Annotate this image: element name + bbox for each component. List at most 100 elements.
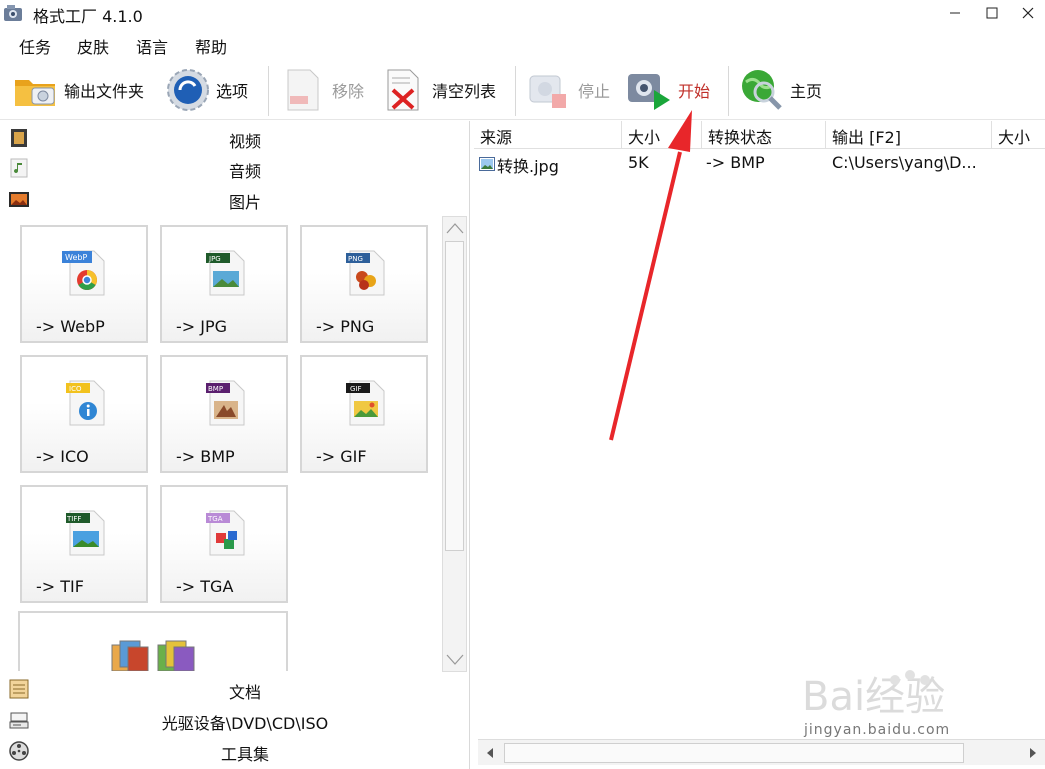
menu-help[interactable]: 帮助: [195, 34, 227, 58]
row-output: C:\Users\yang\D...: [832, 153, 977, 172]
scroll-left-button[interactable]: [478, 740, 502, 766]
format-gif-button[interactable]: GIF -> GIF: [300, 355, 428, 473]
column-status[interactable]: 转换状态: [702, 121, 826, 149]
category-video-label: 视频: [228, 132, 261, 151]
category-video[interactable]: 视频: [0, 123, 470, 153]
category-image-label: 图片: [228, 193, 261, 212]
folder-camera-icon: [15, 80, 55, 106]
start-label: 开始: [678, 82, 711, 101]
column-output-size[interactable]: 大小: [992, 121, 1045, 149]
home-button[interactable]: 主页: [738, 64, 822, 116]
category-document[interactable]: 文档: [0, 674, 470, 704]
output-folder-button[interactable]: 输出文件夹: [12, 64, 144, 116]
toolbar-separator: [728, 66, 729, 116]
options-gear-icon: [167, 69, 209, 111]
svg-text:PNG: PNG: [348, 255, 363, 263]
format-label: -> BMP: [176, 447, 235, 466]
category-audio-label: 音频: [228, 162, 261, 181]
format-label: -> PNG: [316, 317, 375, 336]
format-bmp-button[interactable]: BMP -> BMP: [160, 355, 288, 473]
minimize-icon: [950, 12, 960, 14]
scroll-thumb[interactable]: [445, 241, 464, 551]
category-audio[interactable]: 音频: [0, 153, 470, 183]
chevron-down-icon: [446, 654, 463, 665]
maximize-icon: [986, 7, 998, 19]
category-tools-label: 工具集: [220, 745, 269, 764]
category-tools[interactable]: 工具集: [0, 736, 470, 766]
remove-label: 移除: [332, 82, 365, 101]
format-more-button[interactable]: [18, 611, 288, 671]
window-title: 格式工厂 4.1.0: [33, 7, 143, 26]
svg-text:TGA: TGA: [207, 515, 223, 523]
scroll-up-button[interactable]: [443, 217, 466, 239]
gif-file-icon: GIF: [346, 380, 385, 426]
stop-button[interactable]: 停止: [526, 64, 610, 116]
close-icon: [1022, 7, 1034, 19]
maximize-button[interactable]: [974, 0, 1010, 26]
stop-icon: [529, 75, 566, 108]
category-panel: 视频 音频 图片 WebP -> WebP JPG -> JPG PNG -> …: [0, 121, 470, 769]
format-tga-button[interactable]: TGA -> TGA: [160, 485, 288, 603]
format-label: -> WebP: [36, 317, 105, 336]
clear-list-icon: [387, 69, 419, 111]
title-bar: 格式工厂 4.1.0: [0, 0, 1045, 28]
toolbar: 输出文件夹 选项 移除 清空列表 停止 开始 主页: [0, 60, 1045, 120]
scroll-down-button[interactable]: [443, 649, 466, 671]
format-grid: WebP -> WebP JPG -> JPG PNG -> PNG ICO -…: [18, 221, 438, 671]
format-factory-logo-icon: [4, 5, 22, 21]
home-label: 主页: [790, 82, 823, 101]
category-image[interactable]: 图片: [0, 184, 470, 214]
format-png-button[interactable]: PNG -> PNG: [300, 225, 428, 343]
webp-file-icon: WebP: [62, 250, 105, 296]
format-tif-button[interactable]: TIFF -> TIF: [20, 485, 148, 603]
category-optical-drive-label: 光驱设备\DVD\CD\ISO: [161, 714, 329, 733]
format-jpg-button[interactable]: JPG -> JPG: [160, 225, 288, 343]
column-output[interactable]: 输出 [F2]: [826, 121, 992, 149]
svg-text:BMP: BMP: [208, 385, 223, 393]
clear-list-button[interactable]: 清空列表: [380, 64, 496, 116]
svg-text:WebP: WebP: [65, 253, 87, 262]
image-collection-icon: [111, 640, 195, 671]
tga-file-icon: TGA: [206, 510, 245, 556]
format-label: -> TGA: [176, 577, 234, 596]
svg-text:TIFF: TIFF: [66, 515, 81, 523]
tiff-file-icon: TIFF: [66, 510, 105, 556]
stop-label: 停止: [578, 82, 611, 101]
menu-language[interactable]: 语言: [136, 34, 168, 58]
format-webp-button[interactable]: WebP -> WebP: [20, 225, 148, 343]
ico-file-icon: ICO: [66, 380, 105, 426]
watermark-url: jingyan.baidu.com: [804, 722, 951, 738]
toolbar-separator: [515, 66, 516, 116]
menu-task[interactable]: 任务: [19, 34, 51, 58]
jpg-file-icon: JPG: [206, 250, 245, 296]
minimize-button[interactable]: [937, 0, 973, 26]
chevron-right-icon: [1030, 748, 1036, 758]
remove-button[interactable]: 移除: [280, 64, 364, 116]
scroll-right-button[interactable]: [1021, 740, 1045, 766]
format-label: -> GIF: [316, 447, 367, 466]
menu-skin[interactable]: 皮肤: [77, 34, 109, 58]
svg-text:GIF: GIF: [350, 385, 362, 393]
annotation-arrow: [609, 110, 692, 441]
svg-text:ICO: ICO: [69, 385, 82, 393]
row-source: 转换.jpg: [497, 157, 559, 176]
category-document-label: 文档: [228, 683, 261, 702]
options-label: 选项: [216, 82, 249, 101]
clear-list-label: 清空列表: [432, 82, 497, 101]
svg-text:JPG: JPG: [208, 255, 221, 263]
chevron-up-icon: [446, 223, 463, 234]
toolbar-separator: [268, 66, 269, 116]
close-button[interactable]: [1010, 0, 1045, 26]
png-file-icon: PNG: [346, 250, 385, 296]
menu-bar: 任务 皮肤 语言 帮助: [0, 30, 1045, 58]
remove-document-icon: [287, 69, 319, 111]
format-label: -> JPG: [176, 317, 228, 336]
chevron-left-icon: [487, 748, 493, 758]
format-label: -> ICO: [36, 447, 89, 466]
image-file-icon: [479, 157, 495, 171]
category-optical-drive[interactable]: 光驱设备\DVD\CD\ISO: [0, 705, 470, 735]
options-button[interactable]: 选项: [164, 64, 248, 116]
format-ico-button[interactable]: ICO -> ICO: [20, 355, 148, 473]
home-globe-search-icon: [742, 70, 782, 110]
format-grid-scrollbar[interactable]: [442, 216, 467, 672]
